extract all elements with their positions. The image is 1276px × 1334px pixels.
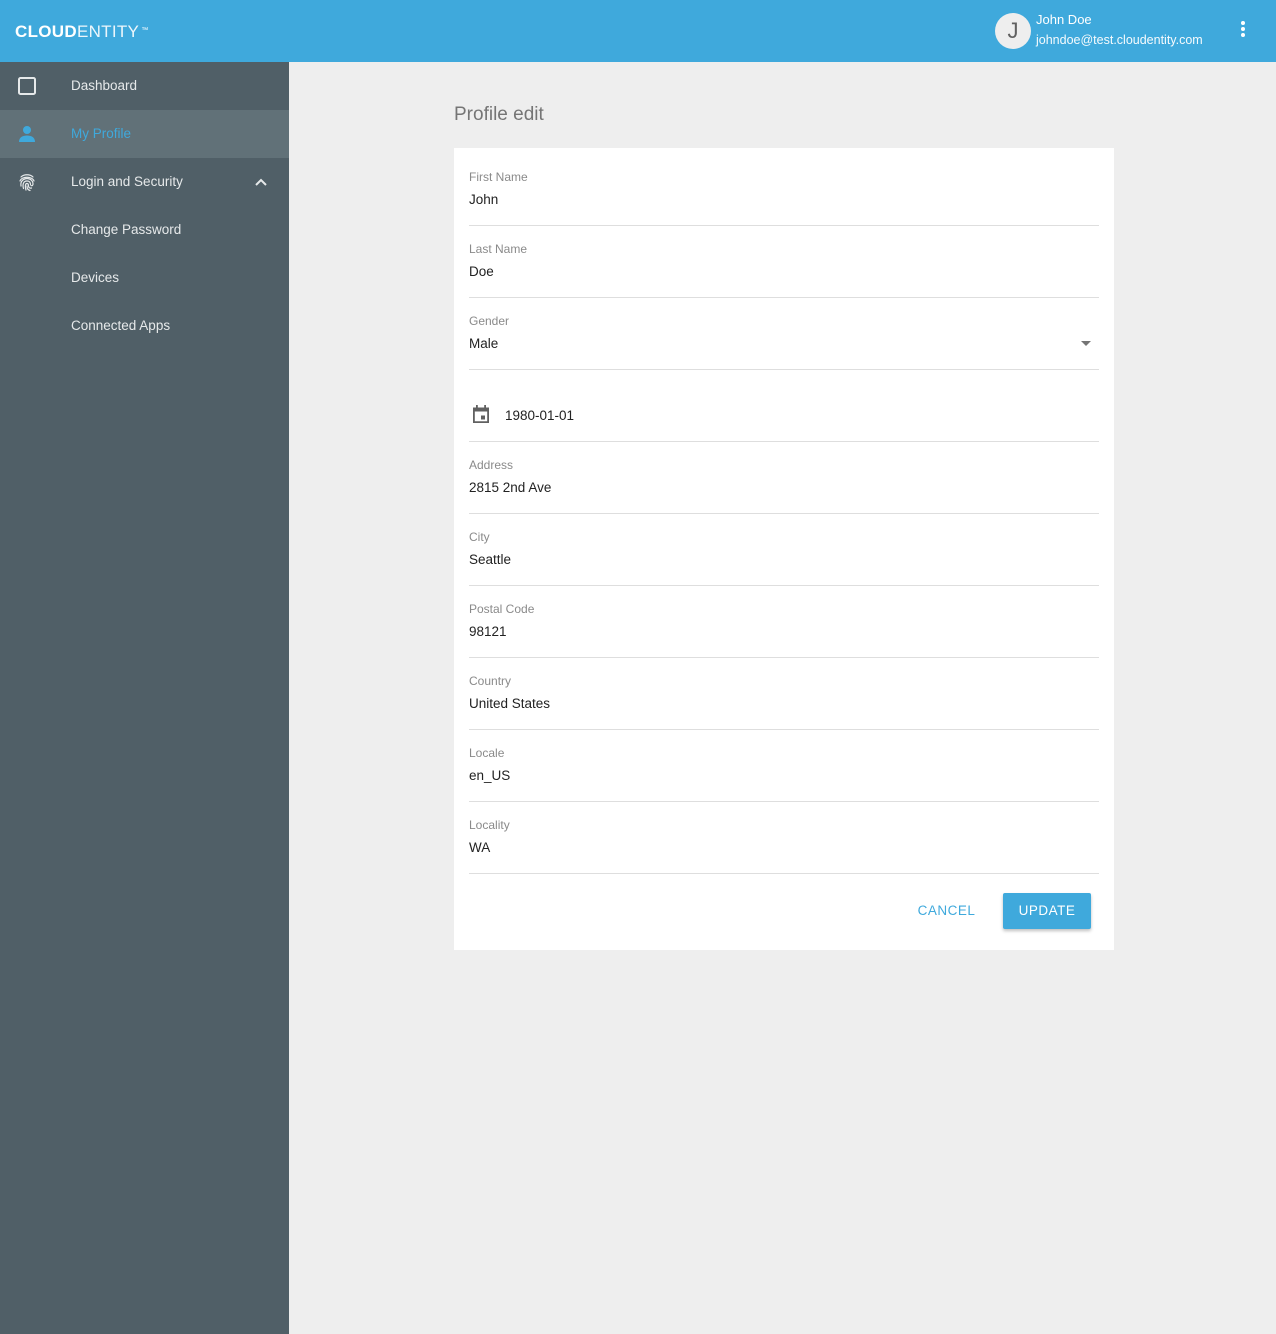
- top-bar: CLOUDENTITY ™ J John Doe johndoe@test.clo…: [0, 0, 1276, 62]
- locality-label: Locality: [469, 818, 510, 832]
- more-vert-icon[interactable]: [1234, 19, 1252, 43]
- address-field: Address: [469, 458, 1099, 514]
- country-input[interactable]: [469, 696, 1069, 712]
- last-name-field: Last Name: [469, 242, 1099, 298]
- birthdate-input[interactable]: [505, 408, 1105, 424]
- sidebar-item-label: Connected Apps: [71, 318, 171, 333]
- page-title: Profile edit: [454, 104, 544, 125]
- sidebar-item-dashboard[interactable]: Dashboard: [0, 62, 289, 110]
- birthdate-field: [469, 386, 1105, 442]
- address-label: Address: [469, 458, 514, 472]
- cancel-button[interactable]: CANCEL: [909, 893, 984, 929]
- sidebar-item-login-and-security[interactable]: Login and Security: [0, 158, 289, 206]
- fingerprint-icon: [19, 174, 35, 192]
- country-field: Country: [469, 674, 1099, 730]
- postal-code-input[interactable]: [469, 624, 1069, 640]
- cloudentity-logo[interactable]: CLOUDENTITY ™: [15, 22, 149, 42]
- sidebar-item-label: Login and Security: [71, 174, 183, 189]
- postal-code-label: Postal Code: [469, 602, 535, 616]
- person-icon: [19, 126, 35, 142]
- locale-field: Locale: [469, 746, 1099, 802]
- logo-trademark: ™: [141, 27, 149, 34]
- avatar[interactable]: J: [995, 13, 1031, 49]
- logo-bold-text: CLOUD: [15, 22, 77, 41]
- sidebar-item-devices[interactable]: Devices: [0, 254, 289, 302]
- profile-edit-form: First Name Last Name Gender Male Address…: [454, 148, 1114, 950]
- sidebar-item-label: Devices: [71, 270, 120, 285]
- sidebar-item-change-password[interactable]: Change Password: [0, 206, 289, 254]
- sidebar-item-connected-apps[interactable]: Connected Apps: [0, 302, 289, 350]
- user-name: John Doe: [1036, 12, 1092, 27]
- country-label: Country: [469, 674, 512, 688]
- dashboard-square-icon: [18, 77, 36, 95]
- sidebar-item-my-profile[interactable]: My Profile: [0, 110, 289, 158]
- address-input[interactable]: [469, 480, 1069, 496]
- update-button[interactable]: UPDATE: [1003, 893, 1091, 929]
- calendar-icon[interactable]: [471, 404, 491, 424]
- logo-light-text: ENTITY: [76, 22, 140, 41]
- user-email: johndoe@test.cloudentity.com: [1036, 33, 1203, 47]
- sidebar: Dashboard My Profile Login and Security …: [0, 62, 289, 1334]
- city-field: City: [469, 530, 1099, 586]
- sidebar-item-label: Dashboard: [71, 78, 138, 93]
- first-name-label: First Name: [469, 170, 528, 184]
- first-name-field: First Name: [469, 170, 1099, 226]
- gender-select[interactable]: Gender Male: [469, 314, 1099, 370]
- sidebar-item-label: My Profile: [71, 126, 132, 141]
- locality-input[interactable]: [469, 840, 1069, 856]
- gender-label: Gender: [469, 314, 510, 328]
- locality-field: Locality: [469, 818, 1099, 874]
- city-label: City: [469, 530, 490, 544]
- city-input[interactable]: [469, 552, 1069, 568]
- locale-label: Locale: [469, 746, 505, 760]
- last-name-input[interactable]: [469, 264, 1069, 280]
- dropdown-arrow-icon[interactable]: [1081, 341, 1091, 346]
- gender-selected-value: Male: [469, 336, 499, 351]
- sidebar-item-label: Change Password: [71, 222, 182, 237]
- first-name-input[interactable]: [469, 192, 1069, 208]
- postal-code-field: Postal Code: [469, 602, 1099, 658]
- locale-input[interactable]: [469, 768, 1069, 784]
- last-name-label: Last Name: [469, 242, 528, 256]
- chevron-up-icon[interactable]: [254, 175, 268, 189]
